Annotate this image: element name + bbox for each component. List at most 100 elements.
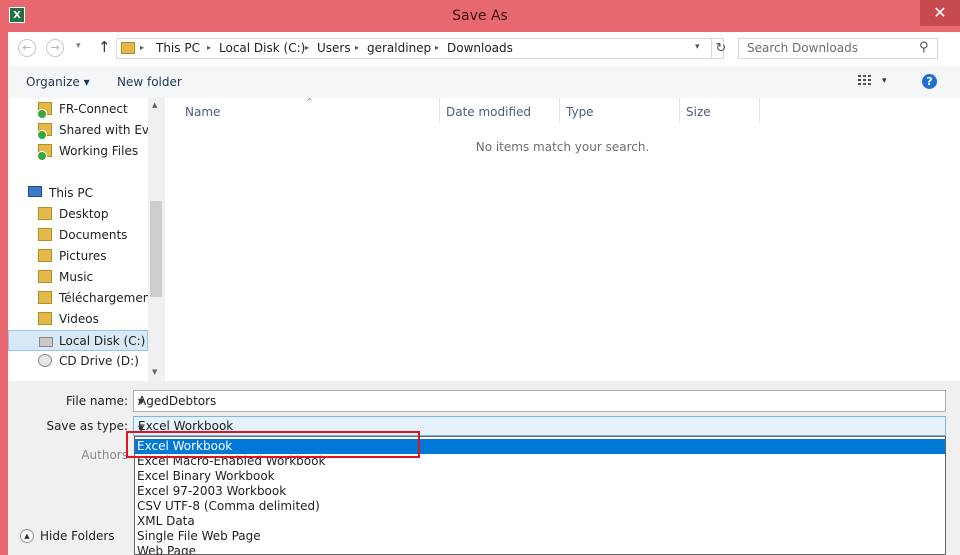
breadcrumb-user-folder[interactable]: geraldinep — [367, 41, 431, 55]
dropdown-option[interactable]: Excel Binary Workbook — [135, 469, 945, 484]
column-divider[interactable] — [679, 98, 680, 122]
file-name-label: File name: — [66, 394, 128, 408]
new-folder-button[interactable]: New folder — [117, 75, 182, 89]
search-icon[interactable]: ⚲ — [919, 40, 929, 55]
organize-label: Organize — [26, 75, 80, 89]
navigation-pane[interactable]: FR-Connect Shared with Every Working Fil… — [8, 98, 164, 381]
breadcrumb-separator[interactable]: ▸ — [435, 43, 439, 52]
sidebar-item-label: Téléchargements — [59, 291, 162, 305]
sidebar-item-pictures[interactable]: Pictures — [8, 246, 148, 267]
breadcrumb-separator[interactable]: ▸ — [355, 43, 359, 52]
sidebar-scrollbar[interactable]: ▲ ▼ — [148, 98, 164, 381]
cd-drive-icon — [38, 354, 52, 367]
folder-icon — [38, 291, 52, 304]
sidebar-item-desktop[interactable]: Desktop — [8, 204, 148, 225]
sidebar-item-shared[interactable]: Shared with Every — [8, 120, 164, 141]
column-header-name[interactable]: Name — [185, 105, 220, 119]
shared-folder-icon — [37, 102, 52, 119]
column-header-size[interactable]: Size — [686, 105, 711, 119]
sidebar-item-label: Working Files — [59, 144, 139, 158]
file-list[interactable]: ^ Name Date modified Type Size No items … — [165, 97, 960, 381]
scrollbar-thumb[interactable] — [150, 201, 162, 297]
search-input[interactable]: Search Downloads ⚲ — [738, 38, 938, 59]
dropdown-option[interactable]: XML Data — [135, 514, 945, 529]
back-button[interactable]: ← — [18, 39, 36, 57]
save-as-type-label: Save as type: — [46, 419, 128, 433]
folder-icon — [38, 207, 52, 220]
breadcrumb-users[interactable]: Users — [317, 41, 351, 55]
folder-icon — [38, 270, 52, 283]
organize-button[interactable]: Organize ▾ — [26, 75, 90, 89]
help-icon[interactable]: ? — [922, 74, 937, 89]
computer-icon — [28, 186, 42, 197]
chevron-down-icon[interactable]: ▾ — [138, 394, 941, 408]
dropdown-option[interactable]: Single File Web Page — [135, 529, 945, 544]
title-bar: X Save As ✕ — [0, 0, 960, 32]
address-bar[interactable]: ▸ This PC ▸ Local Disk (C:) ▸ Users ▸ ge… — [116, 38, 726, 59]
folder-icon — [121, 42, 135, 54]
column-divider[interactable] — [439, 98, 440, 122]
sidebar-item-cd-drive[interactable]: CD Drive (D:) — [8, 351, 148, 372]
scroll-down-icon[interactable]: ▼ — [152, 368, 157, 376]
shared-folder-icon — [37, 123, 52, 140]
sidebar-item-local-disk[interactable]: Local Disk (C:) — [8, 330, 148, 351]
chevron-down-icon: ▾ — [83, 75, 90, 89]
refresh-button[interactable]: ↻ — [711, 39, 730, 58]
sidebar-item-videos[interactable]: Videos — [8, 309, 148, 330]
forward-button[interactable]: → — [46, 39, 64, 57]
column-header-date-modified[interactable]: Date modified — [446, 105, 531, 119]
command-toolbar: Organize ▾ New folder ▾ ? — [8, 66, 960, 98]
view-dropdown-button[interactable]: ▾ — [882, 76, 887, 86]
chevron-up-icon: ▲ — [20, 529, 34, 543]
sidebar-item-label: Local Disk (C:) — [59, 334, 146, 348]
sidebar-item-telechargements[interactable]: Téléchargements — [8, 288, 161, 309]
sidebar-item-label: Music — [59, 270, 94, 284]
dropdown-option[interactable]: Excel 97-2003 Workbook — [135, 484, 945, 499]
annotation-highlight-box — [126, 431, 420, 458]
folder-icon — [38, 249, 52, 262]
recent-locations-button[interactable]: ▾ — [76, 41, 81, 51]
empty-message: No items match your search. — [475, 140, 650, 154]
up-button[interactable]: ↑ — [98, 38, 111, 56]
scroll-up-icon[interactable]: ▲ — [152, 101, 157, 109]
column-header-type[interactable]: Type — [566, 105, 594, 119]
breadcrumb-separator[interactable]: ▸ — [305, 43, 309, 52]
sidebar-item-label: Desktop — [59, 207, 109, 221]
breadcrumb-local-disk[interactable]: Local Disk (C:) — [219, 41, 305, 55]
search-placeholder: Search Downloads — [747, 41, 858, 55]
shared-folder-icon — [37, 144, 52, 161]
dropdown-option[interactable]: Web Page — [135, 544, 945, 554]
sidebar-item-label: Documents — [59, 228, 128, 242]
folder-icon — [38, 228, 52, 241]
sidebar-item-label: This PC — [49, 186, 93, 200]
close-button[interactable]: ✕ — [920, 0, 960, 26]
address-dropdown-button[interactable]: ▾ — [695, 42, 700, 52]
breadcrumb-separator[interactable]: ▸ — [207, 43, 211, 52]
sidebar-item-this-pc[interactable]: This PC — [8, 183, 148, 204]
sort-ascending-icon: ^ — [306, 97, 313, 106]
sidebar-item-label: Videos — [59, 312, 99, 326]
sidebar-item-fr-connect[interactable]: FR-Connect — [8, 99, 148, 120]
view-options-icon[interactable] — [858, 75, 872, 87]
breadcrumb-separator[interactable]: ▸ — [140, 43, 144, 52]
navigation-bar: ← → ▾ ↑ ▸ This PC ▸ Local Disk (C:) ▸ Us… — [8, 32, 960, 66]
dropdown-option[interactable]: CSV UTF-8 (Comma delimited) — [135, 499, 945, 514]
hide-folders-label: Hide Folders — [40, 529, 115, 543]
sidebar-item-label: CD Drive (D:) — [59, 354, 139, 368]
save-as-dialog: ← → ▾ ↑ ▸ This PC ▸ Local Disk (C:) ▸ Us… — [8, 32, 960, 555]
sidebar-item-documents[interactable]: Documents — [8, 225, 148, 246]
breadcrumb-downloads[interactable]: Downloads — [447, 41, 513, 55]
sidebar-item-working-files[interactable]: Working Files — [8, 141, 148, 162]
window-title: Save As — [452, 8, 508, 24]
sidebar-item-music[interactable]: Music — [8, 267, 148, 288]
hide-folders-button[interactable]: ▲ Hide Folders — [20, 527, 130, 547]
sidebar-item-label: FR-Connect — [59, 102, 128, 116]
column-divider[interactable] — [559, 98, 560, 122]
column-divider[interactable] — [759, 98, 760, 122]
folder-icon — [38, 312, 52, 325]
breadcrumb-this-pc[interactable]: This PC — [156, 41, 200, 55]
file-name-field[interactable]: AgedDebtors ▾ — [133, 390, 946, 412]
authors-label: Authors — [81, 448, 128, 462]
drive-icon — [39, 337, 53, 347]
sidebar-item-label: Pictures — [59, 249, 107, 263]
